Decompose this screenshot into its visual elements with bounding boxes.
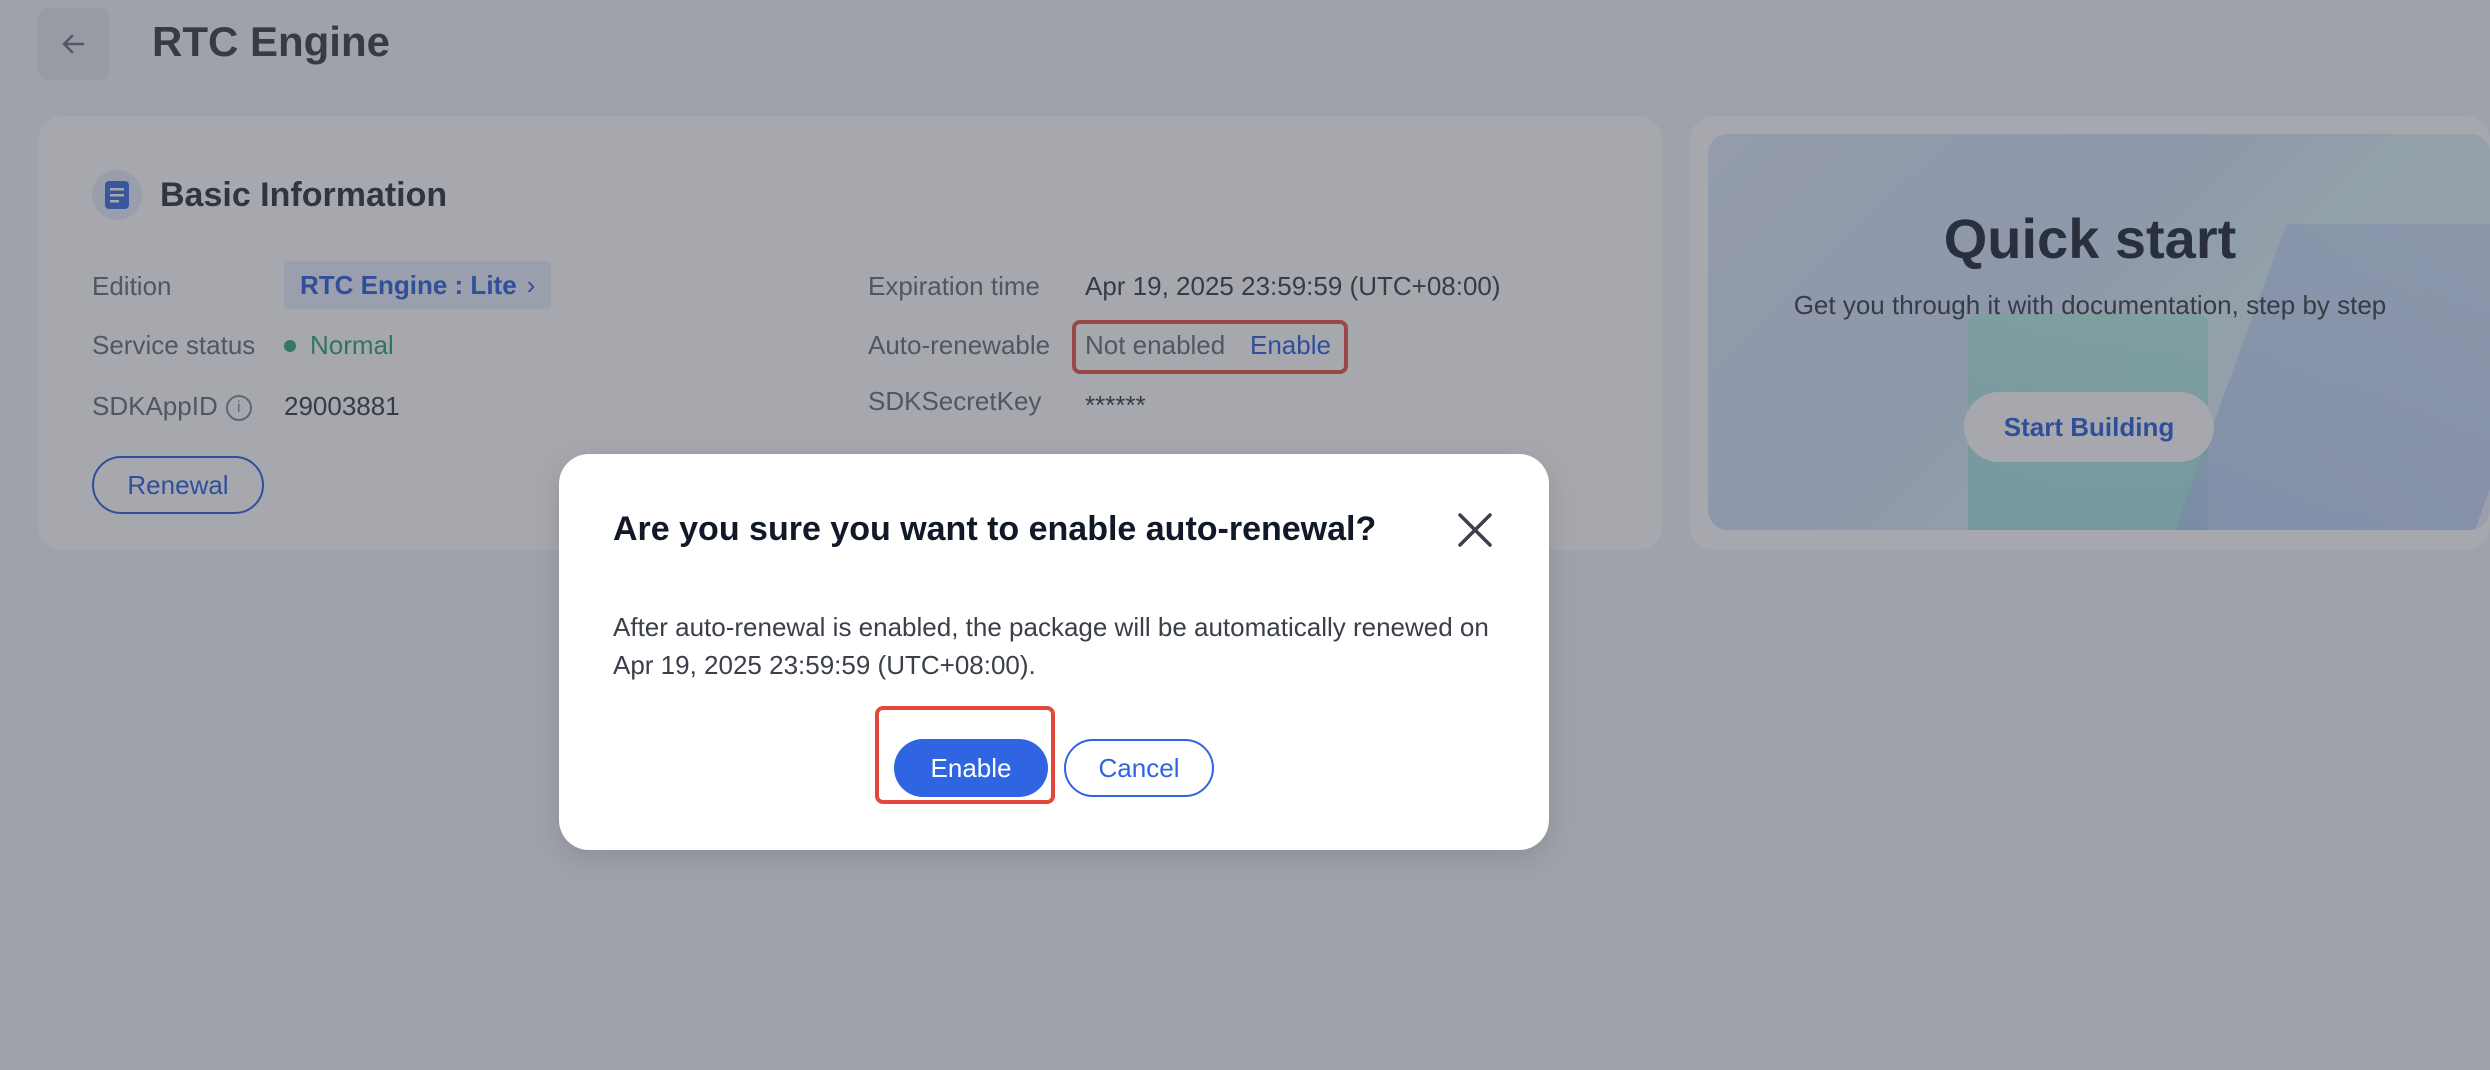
close-icon[interactable] [1455, 510, 1495, 550]
dialog-message-line2: Apr 19, 2025 23:59:59 (UTC+08:00). [613, 650, 1036, 680]
cancel-button[interactable]: Cancel [1064, 739, 1214, 797]
dialog-title: Are you sure you want to enable auto-ren… [613, 510, 1377, 548]
dialog-message: After auto-renewal is enabled, the packa… [613, 608, 1513, 684]
confirm-dialog: Are you sure you want to enable auto-ren… [559, 454, 1549, 850]
page: RTC Engine Basic Information Edition RTC… [0, 0, 2490, 1070]
dialog-message-line1: After auto-renewal is enabled, the packa… [613, 612, 1489, 642]
enable-button[interactable]: Enable [894, 739, 1048, 797]
